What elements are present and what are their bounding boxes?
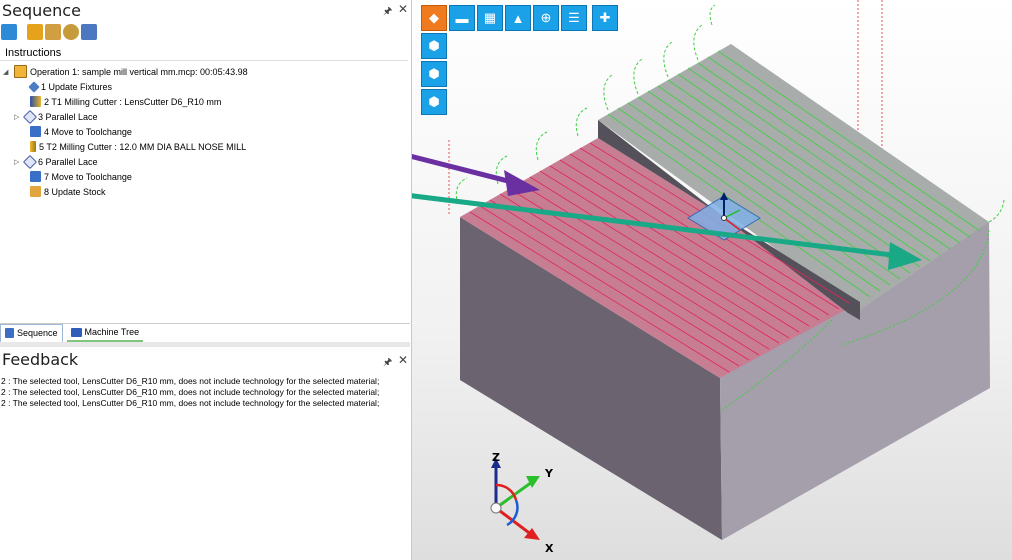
parallel-lace-icon [22,154,38,169]
tab-label: Machine Tree [84,327,140,337]
tree-item-milling-cutter-1[interactable]: 2 T1 Milling Cutter : LensCutter D6_R10 … [30,94,221,109]
tab-machine-tree[interactable]: Machine Tree [66,324,144,342]
fixture-icon [28,80,40,93]
collapse-icon[interactable]: ◢ [3,68,11,76]
left-panels: Sequence 🖈 ✕ Instructions ◢ Operation 1:… [0,0,412,560]
tree-item-update-fixtures[interactable]: 1 Update Fixtures [28,79,113,94]
feedback-panel-title: Feedback [2,350,79,369]
nc-operation-icon [14,65,27,78]
report-icon[interactable] [45,24,61,40]
sequence-tab-icon [5,327,14,338]
tree-item-parallel-lace-1[interactable]: ▷ 3 Parallel Lace [14,109,98,124]
axis-triad: Z Y X [490,451,554,555]
tab-sequence[interactable]: Sequence [0,323,63,343]
sequence-panel-title: Sequence [2,1,81,20]
tree-item-label: 5 T2 Milling Cutter : 12.0 MM DIA BALL N… [39,141,247,152]
pin-icon[interactable]: 🖈 [383,4,392,21]
tree-item-label: 1 Update Fixtures [41,81,113,92]
feedback-line: 2 : The selected tool, LensCutter D6_R10… [1,398,380,408]
annotation-arrow-purple [412,153,540,196]
tree-item-label: 2 T1 Milling Cutter : LensCutter D6_R10 … [44,96,222,107]
3d-viewport[interactable]: ◆ ▬ ▦ ▲ ⊕ ☰ ✚ ⬢ ⬢ ⬢ Z Y X [412,0,1012,560]
tree-item-label: 7 Move to Toolchange [44,171,132,182]
expand-icon[interactable]: ▷ [14,113,22,121]
update-stock-icon [30,186,41,197]
tree-item-update-stock[interactable]: 8 Update Stock [30,184,106,199]
toolchange-icon [30,126,41,137]
tree-item-operation[interactable]: ◢ Operation 1: sample mill vertical mm.m… [3,64,248,79]
close-icon[interactable]: ✕ [398,2,408,16]
panel-splitter[interactable] [0,342,410,347]
pin-icon[interactable]: 🖈 [383,355,392,372]
tree-item-parallel-lace-2[interactable]: ▷ 6 Parallel Lace [14,154,98,169]
sequence-toolbar [0,22,411,42]
sync-icon[interactable] [81,24,97,40]
tree-item-label: 3 Parallel Lace [38,111,98,122]
close-icon[interactable]: ✕ [398,353,408,367]
feedback-line: 2 : The selected tool, LensCutter D6_R10… [1,387,380,397]
feedback-list: 2 : The selected tool, LensCutter D6_R10… [1,376,409,409]
instructions-label: Instructions [5,47,62,59]
tree-item-label: Operation 1: sample mill vertical mm.mcp… [30,66,248,77]
tree-item-milling-cutter-2[interactable]: 5 T2 Milling Cutter : 12.0 MM DIA BALL N… [30,139,246,154]
stock-model-view[interactable]: Z Y X [412,0,1012,560]
expand-icon[interactable]: ▷ [14,158,22,166]
settings-icon[interactable] [63,24,79,40]
tab-label: Sequence [17,327,58,338]
sequence-tree: ◢ Operation 1: sample mill vertical mm.m… [0,60,408,323]
x-axis-label: X [545,542,554,555]
tree-item-move-toolchange-1[interactable]: 4 Move to Toolchange [30,124,132,139]
parallel-lace-icon [22,109,38,124]
machine-tree-tab-icon [70,327,82,337]
ball-nose-icon [30,141,36,152]
toolchange-icon [30,171,41,182]
tree-item-move-toolchange-2[interactable]: 7 Move to Toolchange [30,169,132,184]
y-axis-label: Y [544,467,554,480]
milling-cutter-icon [30,96,41,107]
refresh-icon[interactable] [1,24,17,40]
z-axis-label: Z [492,451,500,464]
simulate-icon[interactable] [27,24,43,40]
tree-item-label: 6 Parallel Lace [38,156,98,167]
tree-item-label: 4 Move to Toolchange [44,126,132,137]
panel-tabs: Sequence Machine Tree [0,323,410,343]
feedback-line: 2 : The selected tool, LensCutter D6_R10… [1,376,380,386]
tree-item-label: 8 Update Stock [44,186,106,197]
